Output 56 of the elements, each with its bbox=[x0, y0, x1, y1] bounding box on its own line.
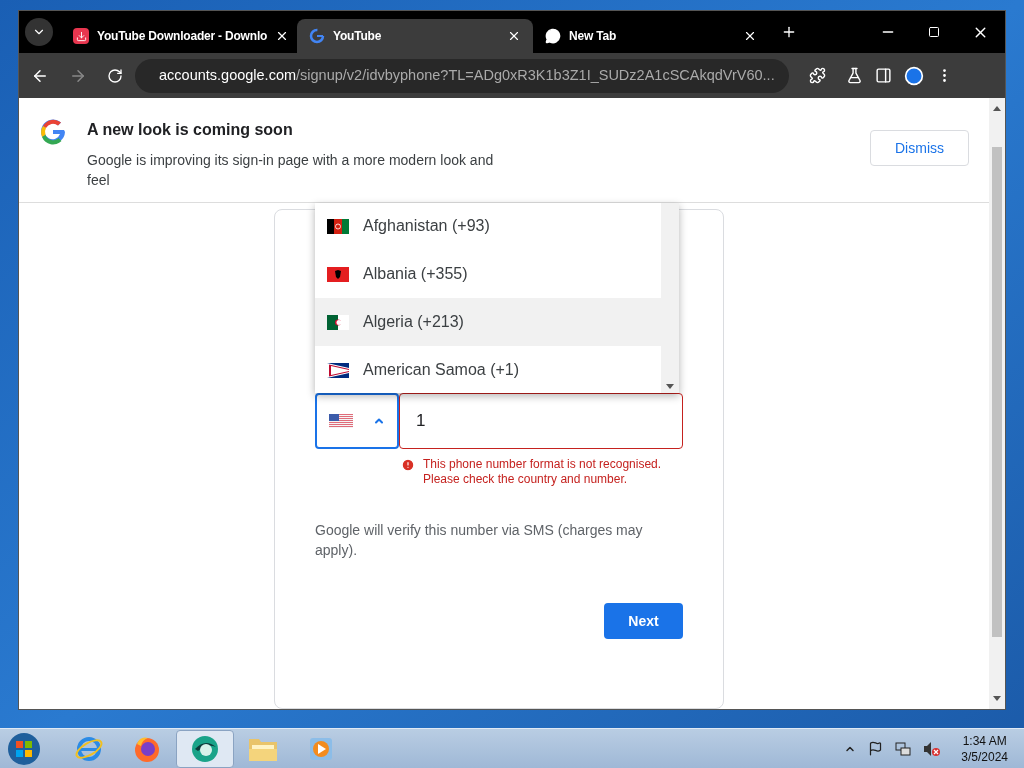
clock-date: 3/5/2024 bbox=[961, 748, 1008, 765]
next-button[interactable]: Next bbox=[604, 603, 683, 639]
profile-icon[interactable] bbox=[904, 65, 924, 86]
country-option[interactable]: Algeria (+213) bbox=[315, 298, 661, 346]
banner-text: Google is improving its sign-in page with a more modern look and feel bbox=[87, 151, 495, 190]
flag-icon bbox=[327, 218, 349, 234]
country-option[interactable]: Albania (+355) bbox=[315, 250, 661, 298]
flag-icon bbox=[327, 266, 349, 282]
windows-logo-icon bbox=[7, 731, 41, 766]
close-icon[interactable] bbox=[507, 29, 521, 43]
country-name: Algeria (+213) bbox=[363, 312, 464, 332]
address-bar[interactable]: accounts.google.com/signup/v2/idvbyphone?TL=ADg0xR3K1b3Z1I_SUDz2A1cSCAkqdVrV60... bbox=[135, 58, 789, 93]
taskbar-app[interactable] bbox=[176, 729, 234, 768]
maximize-icon[interactable] bbox=[928, 26, 940, 38]
download-icon bbox=[73, 28, 89, 44]
country-name: Afghanistan (+93) bbox=[363, 216, 490, 236]
country-name: American Samoa (+1) bbox=[363, 360, 520, 380]
scroll-down-icon[interactable] bbox=[993, 696, 1001, 701]
flag-icon bbox=[327, 362, 349, 378]
clock-time: 1:34 AM bbox=[962, 732, 1007, 749]
country-name: Albania (+355) bbox=[363, 264, 468, 284]
sms-info-text: Google will verify this number via SMS (charges may apply). bbox=[315, 521, 644, 560]
flag-icon bbox=[327, 314, 349, 330]
url-text: accounts.google.com/signup/v2/idvbyphone?TL=ADg0xR3K1b3Z1I_SUDz2A1cSCAkqdVrV60... bbox=[159, 65, 775, 85]
flask-icon[interactable] bbox=[846, 67, 863, 84]
browser-tab[interactable]: YouTube Downloader - Downlo bbox=[61, 19, 297, 53]
browser-tab[interactable]: YouTube bbox=[297, 19, 533, 53]
tab-title: YouTube bbox=[333, 28, 383, 45]
banner-title: A new look is coming soon bbox=[87, 120, 294, 140]
reload-icon[interactable] bbox=[107, 67, 123, 84]
chat-bubble-icon bbox=[545, 28, 561, 44]
extensions-icon[interactable] bbox=[809, 67, 826, 84]
tab-title: New Tab bbox=[569, 28, 618, 45]
error-icon bbox=[401, 458, 415, 472]
network-icon[interactable] bbox=[895, 740, 912, 757]
new-tab-icon[interactable] bbox=[781, 24, 797, 40]
flag-icon[interactable] bbox=[868, 741, 884, 756]
muted-speaker-icon[interactable] bbox=[923, 740, 942, 757]
scrollbar-thumb[interactable] bbox=[992, 147, 1002, 637]
tab-title: YouTube Downloader - Downlo bbox=[97, 28, 268, 45]
error-message: This phone number format is not recognised. Please check the country and number. bbox=[423, 457, 663, 487]
google-g-icon bbox=[309, 28, 325, 44]
side-panel-icon[interactable] bbox=[875, 67, 892, 84]
country-option[interactable]: American Samoa (+1) bbox=[315, 346, 661, 393]
dismiss-button[interactable]: Dismiss bbox=[870, 130, 969, 166]
google-g-icon bbox=[39, 118, 67, 146]
phone-number-field[interactable]: 1 bbox=[399, 393, 683, 449]
tab-search-button[interactable] bbox=[25, 18, 53, 46]
scroll-down-icon[interactable] bbox=[666, 384, 674, 389]
flag-icon bbox=[329, 414, 353, 428]
country-option[interactable]: Afghanistan (+93) bbox=[315, 203, 661, 250]
scroll-up-icon[interactable] bbox=[993, 106, 1001, 111]
round-logo-icon bbox=[189, 733, 221, 764]
close-icon[interactable] bbox=[743, 29, 757, 43]
browser-tab[interactable]: New Tab bbox=[533, 19, 769, 53]
phone-value: 1 bbox=[416, 410, 426, 433]
